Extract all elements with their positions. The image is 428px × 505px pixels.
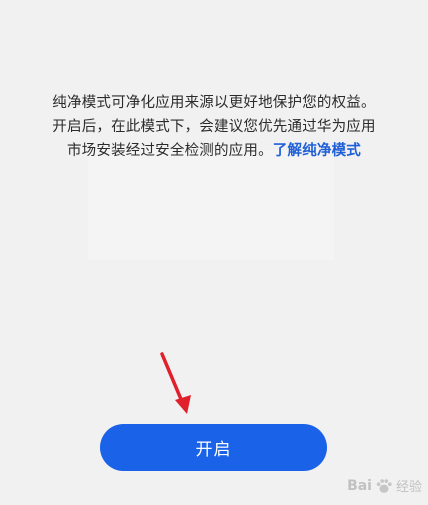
red-arrow-icon [160, 352, 191, 414]
background-panel [88, 150, 334, 260]
enable-button[interactable]: 开启 [100, 424, 327, 471]
watermark-brand: Bai [347, 477, 372, 494]
baidu-paw-icon [376, 478, 392, 493]
description-line-2: 开启后，在此模式下，会建议您优先通过华为应用 [52, 119, 376, 135]
watermark-suffix: 经验 [395, 480, 422, 495]
description-line-3: 市场安装经过安全检测的应用。了解纯净模式 [14, 139, 414, 163]
pure-mode-description: 纯净模式可净化应用来源以更好地保护您的权益。 开启后，在此模式下，会建议您优先通… [14, 91, 414, 163]
description-line-3-text: 市场安装经过安全检测的应用。 [66, 143, 273, 159]
watermark: Bai 经验 [347, 476, 422, 496]
learn-pure-mode-link[interactable]: 了解纯净模式 [273, 143, 361, 159]
description-line-1: 纯净模式可净化应用来源以更好地保护您的权益。 [52, 95, 376, 111]
